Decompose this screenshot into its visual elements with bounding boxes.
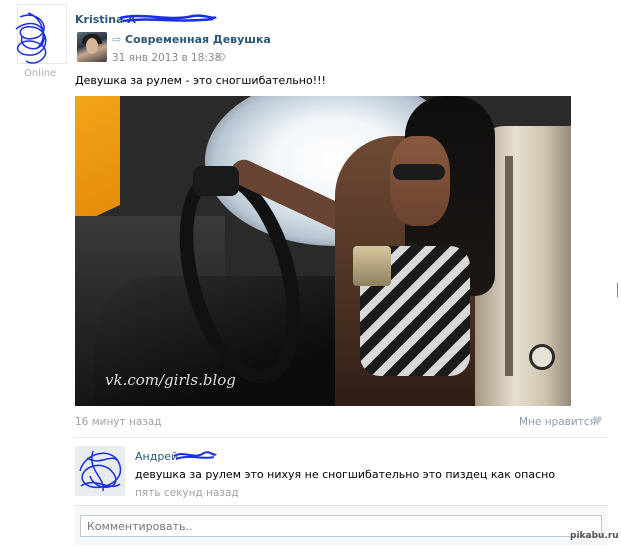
photo-sunglasses	[393, 164, 445, 180]
repost-source-avatar[interactable]	[77, 32, 107, 62]
avatar-face	[86, 38, 98, 54]
post-date[interactable]: 31 янв 2013 в 18:38	[112, 52, 221, 64]
avatar-censor-scribble	[79, 450, 122, 492]
photo-seat-stripe	[505, 156, 513, 376]
censor-scribble	[15, 12, 47, 64]
photo-watermark: vk.com/girls.blog	[105, 371, 236, 389]
photo-face	[390, 136, 450, 226]
post-time[interactable]: 16 минут назад	[75, 416, 162, 428]
post-text: Девушка за рулем - это сногшибательно!!!	[75, 74, 326, 87]
repost-source-link[interactable]: Современная Девушка	[125, 33, 271, 46]
photo-car-panel	[75, 96, 120, 226]
divider	[75, 437, 608, 438]
author-avatar[interactable]	[15, 4, 67, 64]
heart-icon[interactable]: ♥	[592, 414, 603, 428]
online-status: Online	[24, 68, 57, 79]
comment-input[interactable]	[80, 515, 602, 537]
comment-name-censor-scribble	[173, 451, 217, 460]
photo-glove	[193, 166, 239, 196]
photo-car-logo	[529, 344, 555, 370]
site-watermark: pikabu.ru	[570, 531, 619, 541]
comment-text: девушка за рулем это нихуя не сногшибате…	[135, 468, 556, 481]
photo-bracelet	[353, 246, 391, 286]
comment-time[interactable]: пять секунд назад	[135, 487, 239, 499]
scrollbar-thumb[interactable]	[617, 283, 618, 297]
repost-arrow-icon: ⇨	[112, 33, 122, 46]
gear-icon[interactable]: ⚙	[216, 50, 227, 64]
comment-avatar[interactable]	[75, 446, 125, 496]
name-censor-scribble	[119, 14, 217, 23]
like-button[interactable]: Мне нравится	[519, 416, 596, 428]
post-photo[interactable]: vk.com/girls.blog	[75, 96, 571, 406]
